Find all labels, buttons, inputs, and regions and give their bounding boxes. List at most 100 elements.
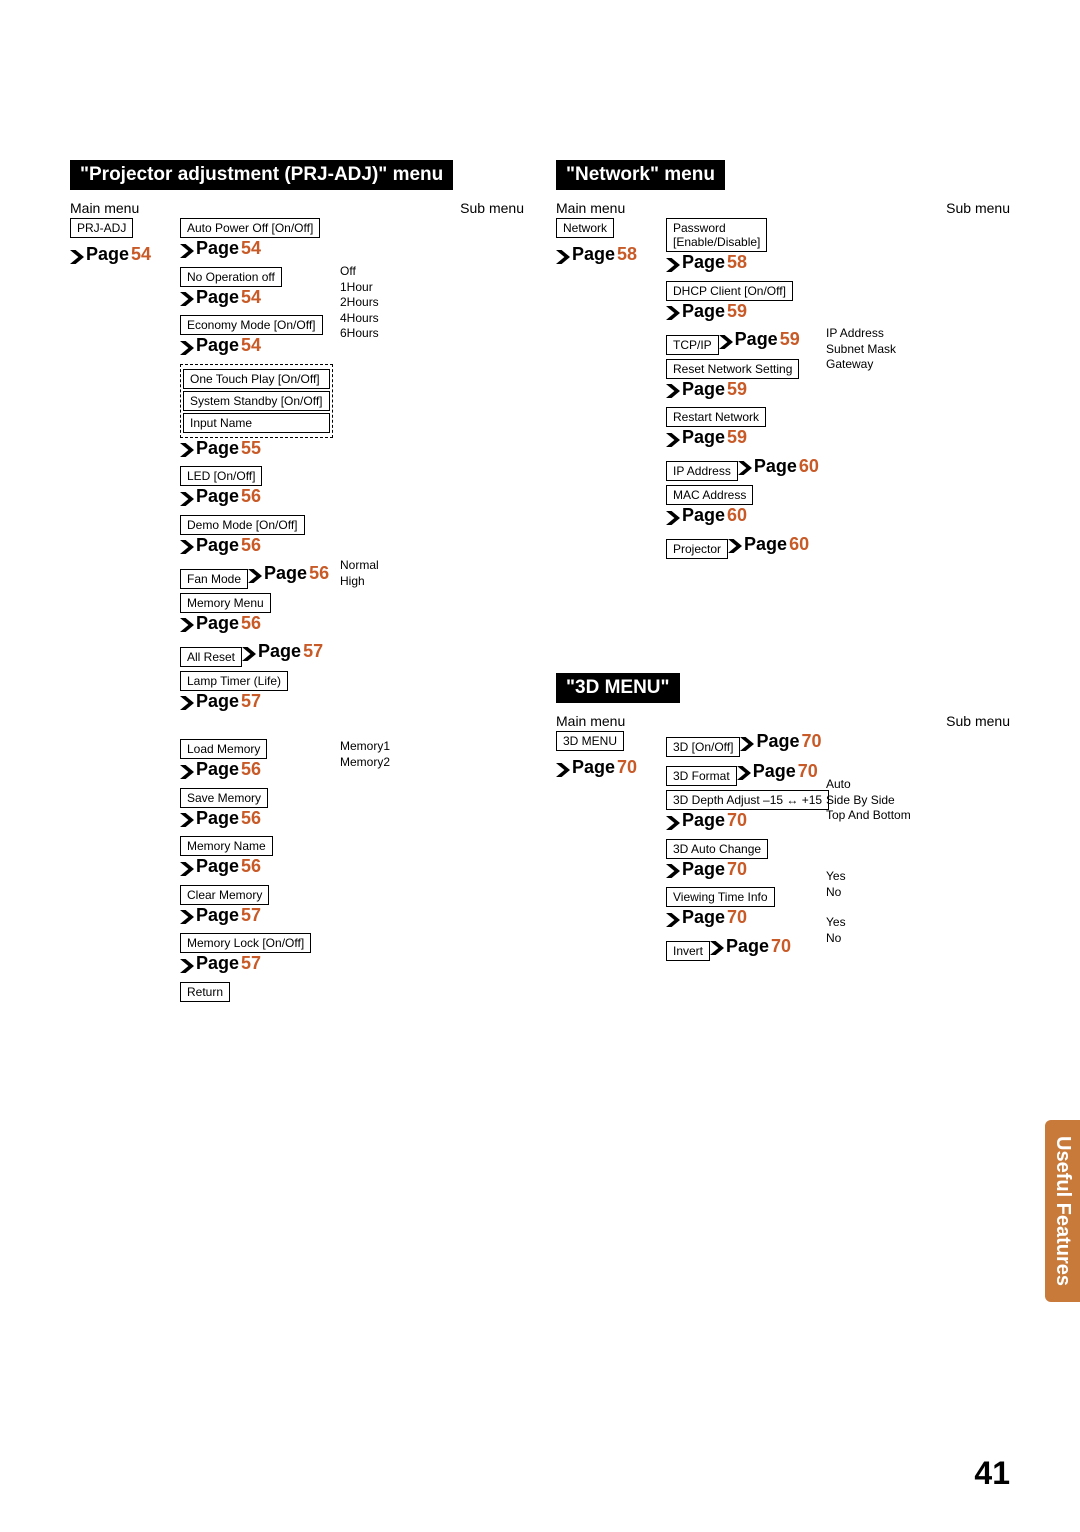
menu-item: Memory Lock [On/Off]	[180, 933, 311, 953]
arrow-right-icon	[556, 761, 570, 775]
page-ref[interactable]: Page 56	[180, 613, 261, 634]
item-row: Password[Enable/Disable]Page 58	[666, 218, 826, 277]
sub-item: Top And Bottom	[826, 808, 911, 824]
item-row: Memory MenuPage 56	[180, 593, 340, 638]
page-ref[interactable]: Page 58	[666, 252, 747, 273]
sub-list: Memory1Memory2	[340, 739, 390, 770]
arrow-right-icon	[180, 538, 194, 552]
item-row: Demo Mode [On/Off]Page 56	[180, 515, 340, 560]
arrow-right-icon	[248, 567, 262, 581]
menu-item: 3D Auto Change	[666, 839, 768, 859]
page-ref[interactable]: Page 55	[180, 438, 261, 459]
menu-item: Viewing Time Info	[666, 887, 775, 907]
page-ref[interactable]: Page 56	[180, 486, 261, 507]
menu-item: System Standby [On/Off]	[183, 391, 330, 411]
page-ref[interactable]: Page 57	[180, 691, 261, 712]
item-row: Reset Network SettingPage 59	[666, 359, 826, 404]
sub-item: No	[826, 931, 846, 947]
page-ref[interactable]: Page 59	[666, 427, 747, 448]
menu-item: Invert	[666, 941, 710, 961]
arrow-right-icon	[180, 339, 194, 353]
page-ref[interactable]: Page 59	[666, 379, 747, 400]
item-row: ProjectorPage 60	[666, 534, 826, 560]
page-ref[interactable]: Page 57	[242, 641, 323, 662]
sub-item: Subnet Mask	[826, 342, 896, 358]
page-ref[interactable]: Page 56	[248, 563, 329, 584]
sub-item: Memory2	[340, 755, 390, 771]
sub-item: High	[340, 574, 379, 590]
arrow-right-icon	[666, 256, 680, 270]
arrow-right-icon	[180, 616, 194, 630]
page-ref[interactable]: Page 57	[180, 953, 261, 974]
item-row: Lamp Timer (Life)Page 57	[180, 671, 340, 716]
page-ref[interactable]: Page 70	[737, 761, 818, 782]
page-ref[interactable]: Page 70	[666, 810, 747, 831]
arrow-right-icon	[728, 537, 742, 551]
page-ref[interactable]: Page 54	[180, 238, 261, 259]
right-column: "Network" menu Main menu Sub menu Networ…	[556, 160, 1010, 1006]
menu3d-title: "3D MENU"	[556, 673, 680, 703]
page-ref[interactable]: Page 59	[666, 301, 747, 322]
network-title: "Network" menu	[556, 160, 725, 190]
arrow-right-icon	[180, 763, 194, 777]
page-ref[interactable]: Page 54	[70, 244, 151, 265]
item-row: Restart NetworkPage 59	[666, 407, 826, 452]
page-ref[interactable]: Page 70	[556, 757, 637, 778]
arrow-right-icon	[70, 248, 84, 262]
page-ref[interactable]: Page 54	[180, 287, 261, 308]
menu-item: DHCP Client [On/Off]	[666, 281, 793, 301]
menu-item: MAC Address	[666, 485, 753, 505]
page-ref[interactable]: Page 70	[666, 907, 747, 928]
menu-item: 3D Depth Adjust –15 ↔ +15	[666, 790, 829, 810]
side-tab: Useful Features	[1045, 1120, 1080, 1302]
sub-item: Normal	[340, 558, 379, 574]
page-ref[interactable]: Page 60	[666, 505, 747, 526]
arrow-right-icon	[180, 694, 194, 708]
item-row: TCP/IPPage 59	[666, 329, 826, 355]
page-ref[interactable]: Page 56	[180, 856, 261, 877]
menu-item: TCP/IP	[666, 335, 719, 355]
page-ref[interactable]: Page 70	[666, 859, 747, 880]
menu-item: Load Memory	[180, 739, 267, 759]
sub-item: Auto	[826, 777, 911, 793]
menu-item: Password[Enable/Disable]	[666, 218, 767, 252]
page-ref[interactable]: Page 59	[719, 329, 800, 350]
arrow-right-icon	[242, 645, 256, 659]
page-ref[interactable]: Page 56	[180, 808, 261, 829]
page-ref[interactable]: Page 56	[180, 535, 261, 556]
sub-list: AutoSide By SideTop And Bottom	[826, 777, 911, 824]
main-menu-header: Main menu	[70, 200, 139, 216]
item-row: No Operation offPage 54	[180, 267, 340, 312]
menu-item: Restart Network	[666, 407, 766, 427]
prj-adj-title: "Projector adjustment (PRJ-ADJ)" menu	[70, 160, 453, 190]
sub-item: 6Hours	[340, 326, 379, 342]
arrow-right-icon	[666, 911, 680, 925]
main-menu-header: Main menu	[556, 713, 625, 729]
page-ref[interactable]: Page 56	[180, 759, 261, 780]
header-row: Main menu Sub menu	[556, 200, 1010, 216]
arrow-right-icon	[737, 764, 751, 778]
item-row: Return	[180, 982, 340, 1002]
arrow-right-icon	[180, 908, 194, 922]
sub-item: Yes	[826, 869, 846, 885]
header-row: Main menu Sub menu	[556, 713, 1010, 729]
sub-item: Side By Side	[826, 793, 911, 809]
menu-item: One Touch Play [On/Off]	[183, 369, 330, 389]
main-menu-header: Main menu	[556, 200, 625, 216]
page-ref[interactable]: Page 54	[180, 335, 261, 356]
arrow-right-icon	[719, 333, 733, 347]
arrow-right-icon	[666, 862, 680, 876]
page-ref[interactable]: Page 60	[738, 456, 819, 477]
arrow-right-icon	[666, 431, 680, 445]
page-ref[interactable]: Page 60	[728, 534, 809, 555]
page-ref[interactable]: Page 70	[710, 936, 791, 957]
arrow-right-icon	[740, 735, 754, 749]
item-row: 3D Depth Adjust –15 ↔ +15Page 70	[666, 790, 826, 835]
menu-item: 3D Format	[666, 766, 737, 786]
item-row: Fan ModePage 56	[180, 563, 340, 589]
sub-item: 4Hours	[340, 311, 379, 327]
page-ref[interactable]: Page 70	[740, 731, 821, 752]
page-ref[interactable]: Page 58	[556, 244, 637, 265]
page-ref[interactable]: Page 57	[180, 905, 261, 926]
menu-item: Memory Name	[180, 836, 273, 856]
